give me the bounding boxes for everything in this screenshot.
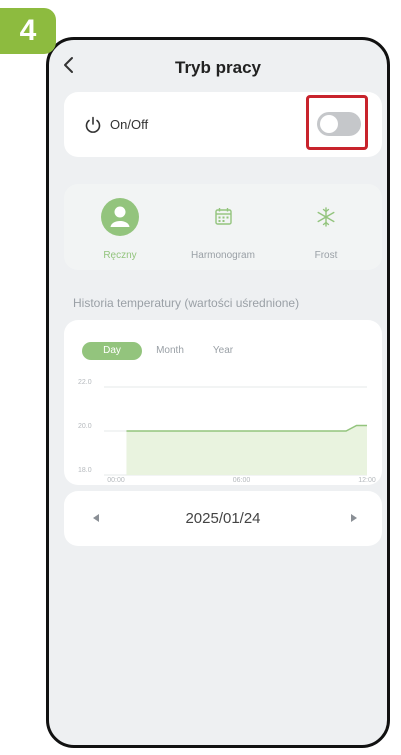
mode-frost-label: Frost [314, 250, 338, 261]
mode-schedule-label: Harmonogram [191, 250, 255, 261]
power-icon [85, 116, 101, 133]
series-line [126, 424, 367, 432]
y-tick-label: 18.0 [78, 467, 92, 474]
series-area [126, 425, 367, 475]
date-navigator: 2025/01/24 [64, 491, 382, 546]
top-bar: Tryb pracy [49, 40, 387, 90]
x-tick-label: 12:00 [358, 477, 376, 484]
x-tick-label: 06:00 [233, 477, 251, 484]
mode-manual-label: Ręczny [103, 250, 137, 261]
temperature-history-card: Day Month Year 22.0 20.0 18.0 00:00 06:00 12:… [64, 320, 382, 485]
next-date-arrow-icon[interactable] [348, 511, 360, 525]
mode-manual[interactable]: Ręczny [70, 194, 170, 264]
page-title: Tryb pracy [175, 58, 261, 77]
x-tick-label: 00:00 [107, 477, 125, 484]
phone-frame: Tryb pracy On/Off Ręczny Harmonogram Fro… [46, 37, 390, 748]
temperature-chart: 22.0 20.0 18.0 00:00 06:00 12:00 [78, 379, 376, 484]
toggle-knob [320, 115, 338, 133]
power-toggle[interactable] [317, 112, 361, 136]
mode-schedule[interactable]: Harmonogram [173, 194, 273, 264]
y-tick-label: 22.0 [78, 379, 92, 386]
current-date: 2025/01/24 [185, 510, 261, 527]
step-number-badge: 4 [0, 8, 56, 54]
history-title: Historia temperatury (wartości uśrednion… [73, 296, 300, 310]
snowflake-icon [317, 207, 335, 227]
mode-selector: Ręczny Harmonogram Frost [64, 184, 382, 270]
person-icon [101, 198, 139, 236]
calendar-icon [215, 208, 232, 225]
y-tick-label: 20.0 [78, 423, 92, 430]
mode-frost[interactable]: Frost [276, 194, 376, 264]
power-label: On/Off [110, 117, 149, 132]
